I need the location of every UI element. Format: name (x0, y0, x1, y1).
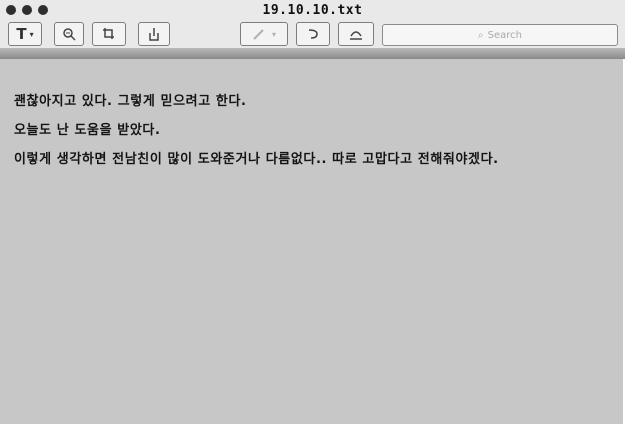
document-line-3: 이렇게 생각하면 전남친이 많이 도와준거나 다름없다.. 따로 고맙다고 전해… (14, 152, 499, 167)
chevron-down-icon: ▾ (271, 29, 276, 39)
share-icon (149, 28, 159, 41)
window-title: 19.10.10.txt (262, 3, 363, 18)
pen-icon (253, 29, 264, 40)
format-button[interactable]: T ▾ (8, 22, 42, 46)
document-line-2: 오늘도 난 도움을 받았다. (14, 123, 161, 138)
document-line-1: 괜찮아지고 있다. 그렇게 믿으려고 한다. (14, 94, 247, 109)
text-editor-window: 19.10.10.txt T ▾ ▾ ⌕ Search 괜찮아지고 있다. 그렇… (0, 0, 625, 424)
zoom-in-button[interactable] (54, 22, 84, 46)
crop-button[interactable] (92, 22, 126, 46)
crop-icon (103, 28, 114, 39)
zoom-in-icon (63, 28, 76, 41)
toolbar-divider (0, 48, 625, 58)
annotate-button[interactable] (338, 22, 374, 46)
search-icon: ⌕ (478, 29, 484, 41)
search-placeholder: Search (487, 29, 522, 41)
document-body[interactable]: 괜찮아지고 있다. 그렇게 믿으려고 한다. 오늘도 난 도움을 받았다. 이렇… (14, 92, 614, 179)
search-input[interactable]: ⌕ Search (382, 24, 618, 46)
share-button[interactable] (138, 22, 170, 46)
rotate-button[interactable] (296, 22, 330, 46)
signature-icon (350, 31, 362, 40)
markup-button[interactable]: ▾ (240, 22, 288, 46)
rotate-icon (308, 29, 318, 39)
chevron-down-icon: ▾ (29, 29, 34, 39)
format-label: T (16, 25, 27, 43)
